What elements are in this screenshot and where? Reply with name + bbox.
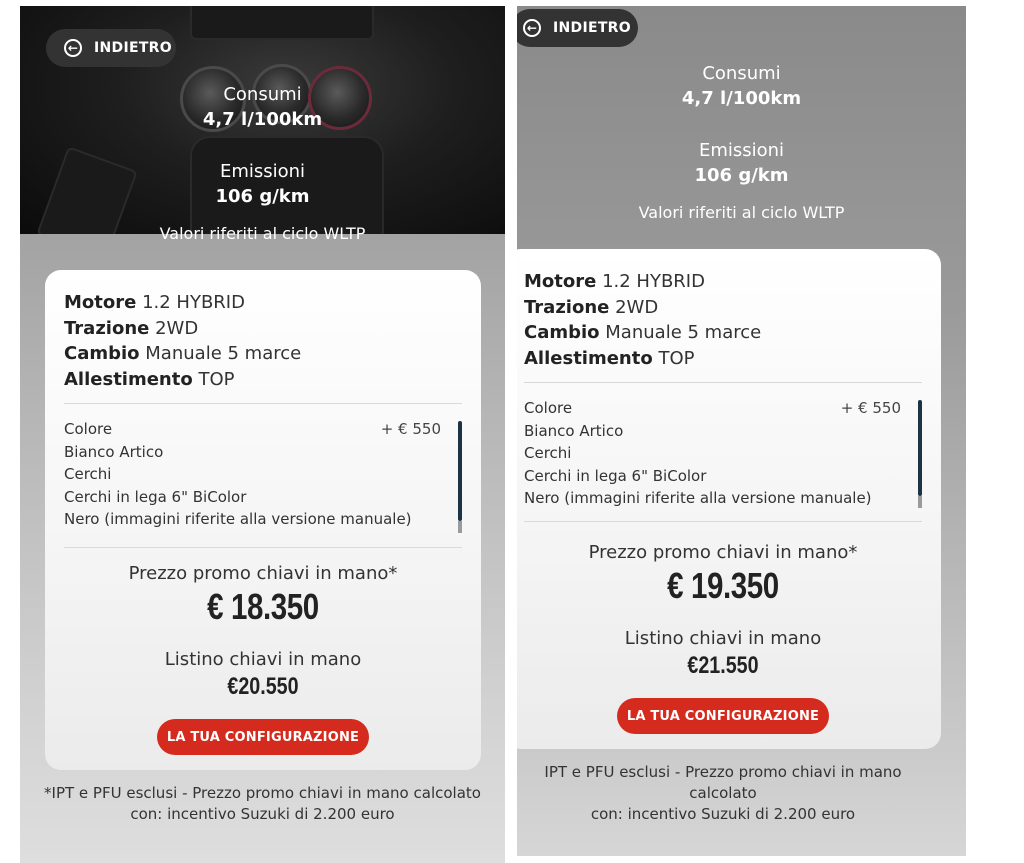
circle-arrow-left-icon: ← xyxy=(64,39,82,57)
option-colore: Colore xyxy=(524,399,573,417)
option-cerchi-value: Cerchi in lega 6" BiColor xyxy=(64,488,247,506)
spec-cambio: Cambio Manuale 5 marce xyxy=(64,343,302,364)
emissioni-value: 106 g/km xyxy=(215,186,310,207)
consumi-value: 4,7 l/100km xyxy=(202,109,323,130)
center-console xyxy=(190,136,384,234)
footnote: IPT e PFU esclusi - Prezzo promo chiavi … xyxy=(517,762,929,825)
divider xyxy=(524,382,922,383)
back-button[interactable]: ← INDIETRO xyxy=(46,29,176,67)
circle-arrow-left-icon: ← xyxy=(523,19,541,37)
options-scrollbar[interactable] xyxy=(458,421,462,521)
option-colore-price: + € 550 xyxy=(840,399,901,417)
list-price: €20.550 xyxy=(227,673,299,700)
option-cerchi: Cerchi xyxy=(64,465,112,483)
footnote-line-1: *IPT e PFU esclusi - Prezzo promo chiavi… xyxy=(44,784,481,802)
spec-trazione: Trazione 2WD xyxy=(64,318,199,339)
spec-allestimento: Allestimento TOP xyxy=(64,369,235,390)
spec-cambio: Cambio Manuale 5 marce xyxy=(524,322,762,343)
divider xyxy=(64,547,462,548)
footnote: *IPT e PFU esclusi - Prezzo promo chiavi… xyxy=(20,783,505,825)
emissioni-value: 106 g/km xyxy=(694,165,789,186)
consumi-label: Consumi xyxy=(702,63,781,84)
footnote-line-1: IPT e PFU esclusi - Prezzo promo chiavi … xyxy=(544,763,902,802)
list-price: €21.550 xyxy=(687,652,759,679)
configuration-button[interactable]: LA TUA CONFIGURAZIONE xyxy=(617,698,829,734)
option-cerchi-note: Nero (immagini riferite alla versione ma… xyxy=(524,489,872,507)
configuration-card: Motore 1.2 HYBRID Trazione 2WD Cambio Ma… xyxy=(517,249,941,749)
divider xyxy=(524,521,922,522)
right-screen: ← INDIETRO Consumi 4,7 l/100km Emissioni… xyxy=(517,6,966,856)
spec-trazione: Trazione 2WD xyxy=(524,297,659,318)
divider xyxy=(64,403,462,404)
configuration-button[interactable]: LA TUA CONFIGURAZIONE xyxy=(157,719,369,755)
spec-motore: Motore 1.2 HYBRID xyxy=(524,271,705,292)
list-price-label: Listino chiavi in mano xyxy=(624,628,822,649)
options-scrollbar-track-end xyxy=(458,521,462,533)
option-colore: Colore xyxy=(64,420,113,438)
option-cerchi-value: Cerchi in lega 6" BiColor xyxy=(524,467,707,485)
spec-motore: Motore 1.2 HYBRID xyxy=(64,292,245,313)
consumi-label: Consumi xyxy=(223,84,302,105)
option-colore-price: + € 550 xyxy=(380,420,441,438)
option-cerchi: Cerchi xyxy=(524,444,572,462)
promo-price: € 19.350 xyxy=(667,565,779,606)
wltp-note: Valori riferiti al ciclo WLTP xyxy=(638,203,845,222)
promo-price-label: Prezzo promo chiavi in mano* xyxy=(128,563,398,584)
option-cerchi-note: Nero (immagini riferite alla versione ma… xyxy=(64,510,412,528)
footnote-line-2: con: incentivo Suzuki di 2.200 euro xyxy=(590,805,856,823)
consumi-value: 4,7 l/100km xyxy=(681,88,802,109)
emissioni-label: Emissioni xyxy=(698,140,785,161)
dashboard-vent xyxy=(190,6,374,40)
footnote-line-2: con: incentivo Suzuki di 2.200 euro xyxy=(130,805,395,823)
options-scrollbar[interactable] xyxy=(918,400,922,496)
back-button-label: INDIETRO xyxy=(553,20,631,36)
back-button[interactable]: ← INDIETRO xyxy=(517,9,638,47)
left-screen: ← INDIETRO Consumi 4,7 l/100km Emissioni… xyxy=(20,6,505,863)
wltp-note: Valori riferiti al ciclo WLTP xyxy=(159,224,366,243)
promo-price-label: Prezzo promo chiavi in mano* xyxy=(588,542,858,563)
configuration-card: Motore 1.2 HYBRID Trazione 2WD Cambio Ma… xyxy=(45,270,481,770)
option-colore-value: Bianco Artico xyxy=(524,422,624,440)
options-scrollbar-track-end xyxy=(918,496,922,508)
spec-allestimento: Allestimento TOP xyxy=(524,348,695,369)
option-colore-value: Bianco Artico xyxy=(64,443,164,461)
emissioni-label: Emissioni xyxy=(219,161,306,182)
list-price-label: Listino chiavi in mano xyxy=(164,649,362,670)
top-edge-line xyxy=(966,0,1006,9)
promo-price: € 18.350 xyxy=(207,586,319,627)
back-button-label: INDIETRO xyxy=(94,40,172,56)
